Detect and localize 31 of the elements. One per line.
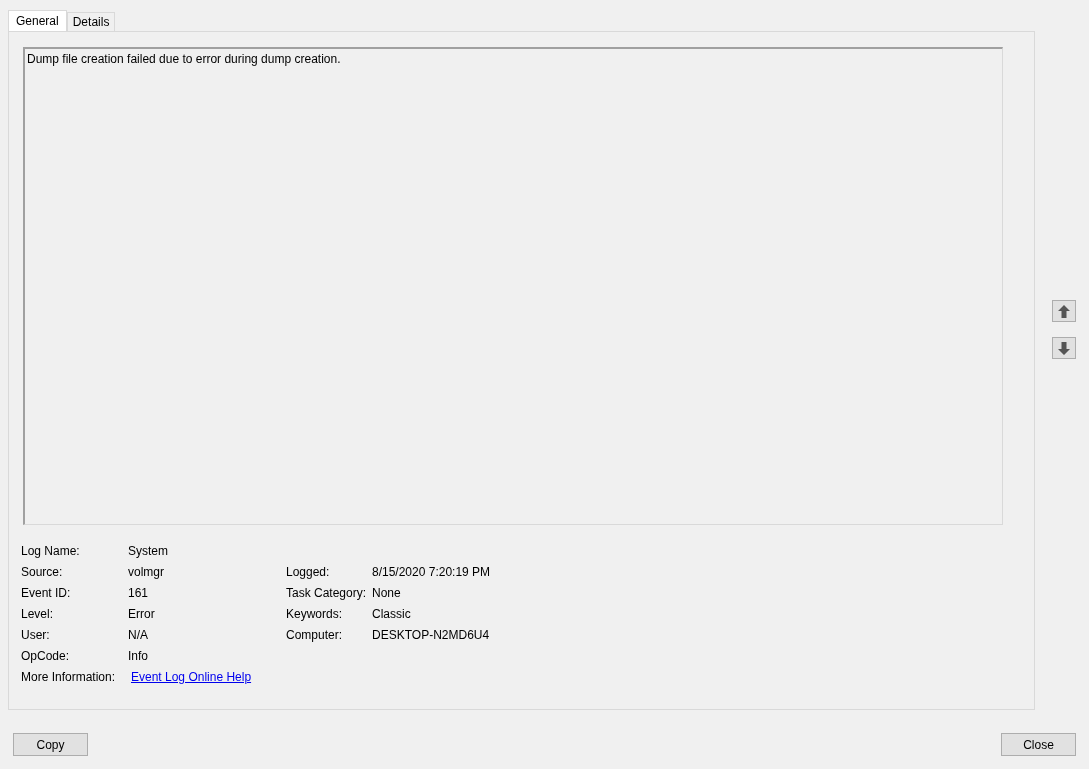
property-value: 8/15/2020 7:20:19 PM bbox=[372, 564, 491, 579]
down-arrow-icon bbox=[1058, 341, 1070, 355]
property-label: Logged: bbox=[286, 564, 331, 579]
property-value: None bbox=[372, 585, 401, 600]
copy-button[interactable]: Copy bbox=[13, 733, 88, 756]
tab[interactable]: General bbox=[8, 10, 67, 31]
property-label: OpCode: bbox=[21, 648, 71, 663]
up-arrow-icon bbox=[1058, 304, 1070, 318]
close-button[interactable]: Close bbox=[1001, 733, 1076, 756]
tab[interactable]: Details bbox=[66, 12, 116, 31]
property-value: Info bbox=[128, 648, 148, 663]
property-label: Event ID: bbox=[21, 585, 72, 600]
property-value: 161 bbox=[128, 585, 149, 600]
property-value: Classic bbox=[372, 606, 411, 621]
message-text: Dump file creation failed due to error during dump creation. bbox=[27, 52, 341, 66]
property-label: Task Category: bbox=[286, 585, 368, 600]
property-value: DESKTOP-N2MD6U4 bbox=[372, 627, 490, 642]
previous-button[interactable] bbox=[1052, 300, 1076, 322]
property-label: Source: bbox=[21, 564, 64, 579]
property-value: volmgr bbox=[128, 564, 164, 579]
property-value: System bbox=[128, 543, 168, 558]
property-label: User: bbox=[21, 627, 51, 642]
property-label: More Information: bbox=[21, 669, 117, 684]
property-label: Level: bbox=[21, 606, 55, 621]
help-link[interactable]: Event Log Online Help bbox=[131, 669, 252, 684]
next-button[interactable] bbox=[1052, 337, 1076, 359]
property-value: Error bbox=[128, 606, 155, 621]
property-label: Computer: bbox=[286, 627, 344, 642]
property-label: Log Name: bbox=[21, 543, 81, 558]
property-value: N/A bbox=[128, 627, 148, 642]
property-label: Keywords: bbox=[286, 606, 344, 621]
